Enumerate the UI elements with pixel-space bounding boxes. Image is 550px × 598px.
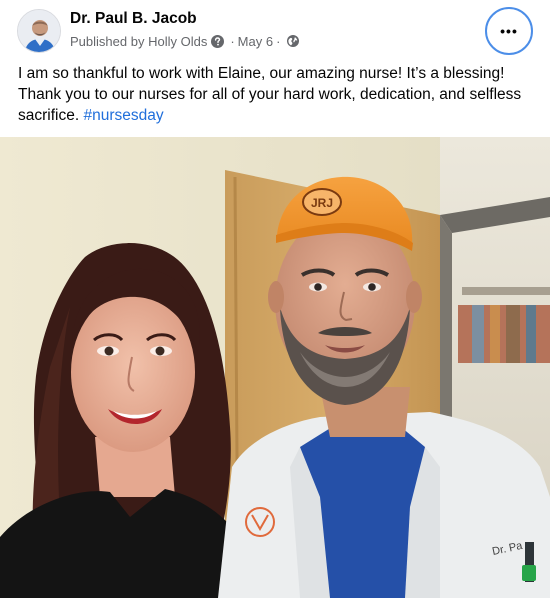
question-circle-icon[interactable]: [211, 34, 225, 48]
author-avatar[interactable]: [17, 9, 61, 53]
published-prefix: Published by: [70, 33, 145, 49]
cap-logo-text: JRJ: [311, 196, 333, 210]
post-photo[interactable]: Dr. Pa JRJ: [0, 137, 550, 598]
facebook-post: Dr. Paul B. Jacob Published by Holly Old…: [0, 0, 550, 598]
avatar-photo: [18, 10, 60, 52]
more-options-button[interactable]: •••: [485, 7, 533, 55]
publisher-name[interactable]: Holly Olds: [148, 34, 207, 49]
post-date[interactable]: May 6: [238, 34, 273, 49]
post-caption: I am so thankful to work with Elaine, ou…: [18, 63, 538, 126]
author-name[interactable]: Dr. Paul B. Jacob: [70, 10, 197, 28]
hashtag-link[interactable]: #nursesday: [83, 107, 163, 124]
selfie-illustration: Dr. Pa JRJ: [0, 137, 550, 598]
globe-icon[interactable]: [287, 35, 300, 47]
post-header: Dr. Paul B. Jacob Published by Holly Old…: [0, 0, 550, 60]
more-options-icon: •••: [500, 23, 518, 39]
post-meta: Published by Holly Olds · May 6 ·: [70, 33, 300, 49]
meta-separator-2: ·: [276, 33, 281, 49]
meta-separator: ·: [230, 33, 235, 49]
